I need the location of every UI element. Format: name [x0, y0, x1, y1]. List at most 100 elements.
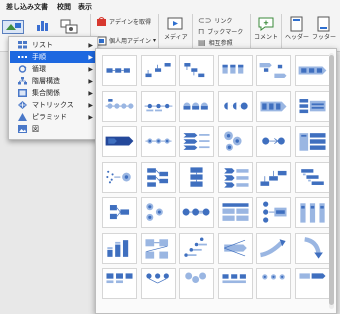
separator — [158, 14, 159, 48]
layout-thumbnail-gear-stack[interactable] — [179, 268, 214, 299]
get-addins-button[interactable]: アデインを取得 — [96, 16, 151, 27]
layout-thumbnail-staggered-process[interactable] — [294, 161, 330, 193]
layout-thumbnail-circle-process[interactable] — [140, 126, 176, 157]
tab-mailings[interactable]: 差し込み文書 — [6, 2, 48, 12]
link-button[interactable]: ⊂⊃ リンク — [198, 16, 232, 25]
menu-item-pyramid[interactable]: ピラミッド ▶ — [10, 111, 97, 123]
cross-reference-button[interactable]: ▤ 相互参照 — [198, 38, 233, 47]
layout-thumbnail-process-list[interactable] — [217, 197, 253, 228]
layout-thumbnail-equation[interactable] — [179, 197, 214, 228]
chevron-right-icon: ▶ — [88, 89, 93, 97]
vertical-equation-icon — [263, 201, 287, 223]
menu-item-cycle[interactable]: 循環 ▶ — [10, 63, 97, 75]
personal-addins-label: 個人用アデイン — [109, 38, 152, 45]
layout-thumbnail-gear-process[interactable] — [217, 126, 253, 157]
layout-thumbnail-vertical-equation[interactable] — [256, 197, 291, 228]
comment-icon — [258, 17, 274, 31]
chevron-right-icon: ▶ — [88, 101, 93, 109]
alternating-flow-icon — [259, 63, 287, 78]
layout-thumbnail-curved-arrow[interactable] — [256, 232, 291, 264]
menu-item-list[interactable]: リスト ▶ — [10, 39, 97, 51]
screenshot-button[interactable] — [60, 18, 78, 34]
repeating-bending-process-icon — [146, 167, 168, 187]
picture-icon — [18, 125, 27, 133]
layout-thumbnail-mixed-process[interactable] — [294, 268, 330, 299]
layout-thumbnail-segmented-process[interactable] — [294, 90, 330, 122]
layout-thumbnail-chevron-list[interactable] — [179, 126, 214, 157]
smartart-icon — [2, 20, 24, 34]
layout-thumbnail-process-arrows[interactable] — [256, 90, 291, 122]
layout-thumbnail-step-down-process[interactable] — [179, 55, 214, 86]
circular-bending-process-icon — [145, 203, 163, 221]
menu-item-hierarchy[interactable]: 階層構造 ▶ — [10, 75, 97, 87]
chart-icon — [37, 21, 48, 31]
layout-thumbnail-block-arrow-process[interactable] — [102, 126, 137, 157]
layout-thumbnail-random-to-result[interactable] — [102, 161, 137, 193]
layout-thumbnail-diverging-arrows[interactable] — [217, 232, 253, 264]
personal-addins-button[interactable]: 個人用アデイン ▾ — [96, 35, 156, 46]
interconnected-blocks-icon — [109, 205, 130, 220]
layout-thumbnail-circle-accent-timeline[interactable] — [102, 90, 137, 122]
chart-button[interactable] — [36, 18, 50, 32]
layout-thumbnail-circular-bending-process[interactable] — [140, 197, 176, 228]
header-button[interactable]: ヘッダー — [285, 16, 309, 41]
menu-item-matrix[interactable]: マトリックス ▶ — [10, 99, 97, 111]
layout-thumbnail-vertical-process[interactable] — [179, 161, 214, 193]
comment-label: コメント — [254, 34, 279, 41]
layout-thumbnail-arrow-circle-process[interactable] — [217, 90, 253, 122]
basic-timeline-icon — [144, 103, 172, 111]
menu-item-picture[interactable]: 図 — [10, 123, 97, 135]
layout-thumbnail-bending-picture-process[interactable] — [140, 232, 176, 264]
separator — [281, 14, 282, 48]
layout-thumbnail-interconnected-blocks[interactable] — [102, 197, 137, 228]
layout-thumbnail-vertical-chevron-list[interactable] — [217, 161, 253, 193]
cross-reference-icon: ▤ — [198, 38, 206, 47]
screenshot-icon — [60, 19, 78, 34]
layout-thumbnail-basic-timeline[interactable] — [140, 90, 176, 122]
staircase-process-icon — [184, 237, 207, 257]
scrollbar[interactable] — [329, 53, 334, 309]
layout-thumbnail-bar-chart-process[interactable] — [102, 232, 137, 264]
layout-thumbnail-step-up-process[interactable] — [140, 55, 176, 86]
layout-thumbnail-upward-step-process[interactable] — [256, 161, 291, 193]
layout-thumbnail-accent-process[interactable] — [217, 55, 253, 86]
layout-thumbnail-converging-process[interactable] — [140, 268, 176, 299]
menu-item-process[interactable]: 手順 ▶ — [10, 51, 97, 63]
layout-thumbnail-basic-process[interactable] — [102, 55, 137, 86]
process-list-icon — [221, 203, 249, 221]
layout-thumbnail-repeating-bending-process[interactable] — [140, 161, 176, 193]
process-icon — [18, 56, 27, 58]
gear-stack-icon — [185, 272, 207, 284]
layout-thumbnail-staircase-process[interactable] — [179, 232, 214, 264]
bookmark-icon: ⊓ — [198, 27, 205, 36]
menu-item-label: リスト — [32, 41, 53, 49]
layout-thumbnail-box-process[interactable] — [217, 268, 253, 299]
layout-thumbnail-continuous-block-process[interactable] — [294, 55, 330, 86]
layout-thumbnail-picture-process[interactable] — [102, 268, 137, 299]
menu-item-label: 階層構造 — [32, 77, 60, 85]
bookmark-button[interactable]: ⊓ ブックマーク — [198, 27, 243, 36]
scrollbar-thumb[interactable] — [329, 55, 334, 305]
footer-icon — [317, 16, 330, 32]
media-button[interactable]: メディア — [164, 16, 188, 41]
shapes-button[interactable] — [2, 20, 24, 34]
layout-thumbnail-half-circle-process[interactable] — [179, 90, 214, 122]
separator — [192, 14, 193, 48]
layout-thumbnail-alternating-flow[interactable] — [256, 55, 291, 86]
chevron-right-icon: ▶ — [88, 41, 93, 49]
layout-thumbnail-phased-process[interactable] — [294, 126, 330, 157]
footer-button[interactable]: フッター — [312, 16, 336, 41]
layout-thumbnail-cycle-row[interactable] — [256, 268, 291, 299]
linear-venn-table-icon — [299, 203, 325, 223]
mixed-process-icon — [298, 273, 326, 279]
half-circle-process-icon — [183, 102, 208, 110]
layout-thumbnail-circle-arrow-process[interactable] — [256, 126, 291, 157]
layout-thumbnail-linear-venn-table[interactable] — [294, 197, 330, 228]
cross-reference-label: 相互参照 — [208, 40, 233, 47]
tab-view[interactable]: 表示 — [78, 2, 92, 12]
tab-review[interactable]: 校閲 — [57, 2, 71, 12]
layout-thumbnail-down-arrow[interactable] — [294, 232, 330, 264]
menu-item-relationship[interactable]: 集合関係 ▶ — [10, 87, 97, 99]
comment-button[interactable]: コメント — [254, 16, 278, 41]
circle-process-icon — [144, 138, 172, 144]
